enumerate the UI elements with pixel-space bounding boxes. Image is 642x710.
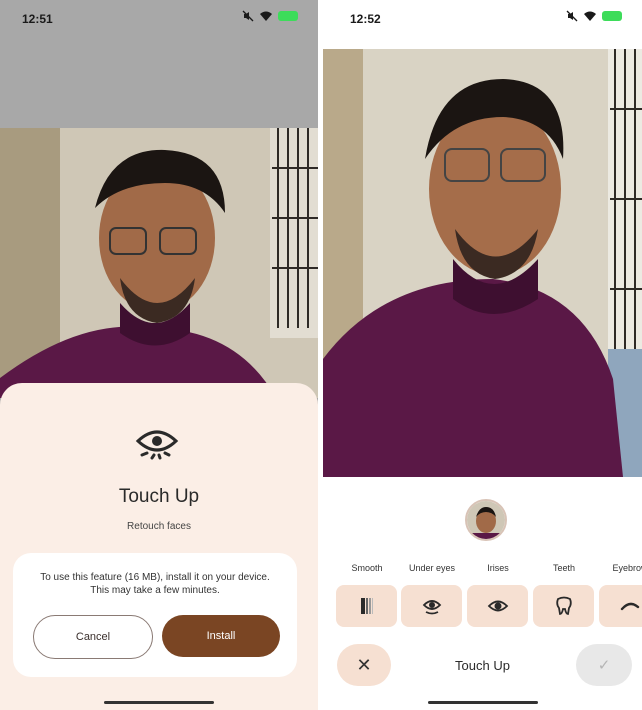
selfie-photo: [0, 128, 318, 398]
mute-icon: [242, 10, 254, 22]
status-time: 12:52: [350, 12, 381, 26]
battery-icon: [278, 11, 298, 21]
status-icons: [566, 10, 622, 22]
cancel-button[interactable]: Cancel: [33, 615, 153, 659]
status-time: 12:51: [22, 12, 53, 26]
tool-label-under-eyes: Under eyes: [408, 563, 456, 573]
status-bar: 12:51: [0, 0, 318, 36]
status-bar: 12:52: [323, 0, 642, 36]
tool-label-smooth: Smooth: [351, 563, 383, 573]
wifi-icon: [260, 11, 272, 21]
tool-labels-row: Smooth Under eyes Irises Teeth Eyebrow: [323, 563, 642, 577]
install-message-line-1: To use this feature (16 MB), install it …: [40, 572, 270, 583]
eye-icon: [135, 430, 179, 460]
sheet-subtitle: Retouch faces: [127, 521, 191, 532]
install-bottom-sheet: Touch Up Retouch faces To use this featu…: [0, 383, 318, 710]
under-eyes-icon: [422, 600, 441, 615]
irises-icon: [487, 600, 508, 612]
touch-up-editor-screen: 12:52 Smooth Under eyes Irises Teeth Eye…: [323, 0, 642, 710]
install-card: To use this feature (16 MB), install it …: [13, 553, 297, 677]
face-selector-avatar[interactable]: [465, 499, 507, 541]
install-button[interactable]: Install: [162, 615, 280, 657]
home-indicator[interactable]: [427, 701, 538, 704]
eyebrow-icon: [620, 602, 639, 611]
wifi-icon: [584, 11, 596, 21]
install-message: To use this feature (16 MB), install it …: [23, 571, 287, 597]
status-icons: [242, 10, 298, 22]
install-dialog-screen: 12:51 Touch Up Retouch faces To use this…: [0, 0, 318, 710]
editor-bottom-bar: ✕ Touch Up ✓: [323, 618, 642, 698]
tool-label-teeth: Teeth: [552, 563, 576, 573]
tool-label-irises: Irises: [487, 563, 509, 573]
install-message-line-2: This may take a few minutes.: [90, 585, 220, 596]
checkmark-icon: ✓: [597, 657, 611, 674]
smooth-icon: [360, 598, 373, 614]
done-button[interactable]: ✓: [576, 644, 632, 686]
teeth-icon: [555, 596, 572, 615]
home-indicator[interactable]: [104, 701, 214, 704]
sheet-title: Touch Up: [118, 486, 200, 507]
battery-icon: [602, 11, 622, 21]
mute-icon: [566, 10, 578, 22]
tool-label-eyebrow: Eyebrow: [612, 563, 642, 573]
edited-photo: [323, 49, 642, 477]
